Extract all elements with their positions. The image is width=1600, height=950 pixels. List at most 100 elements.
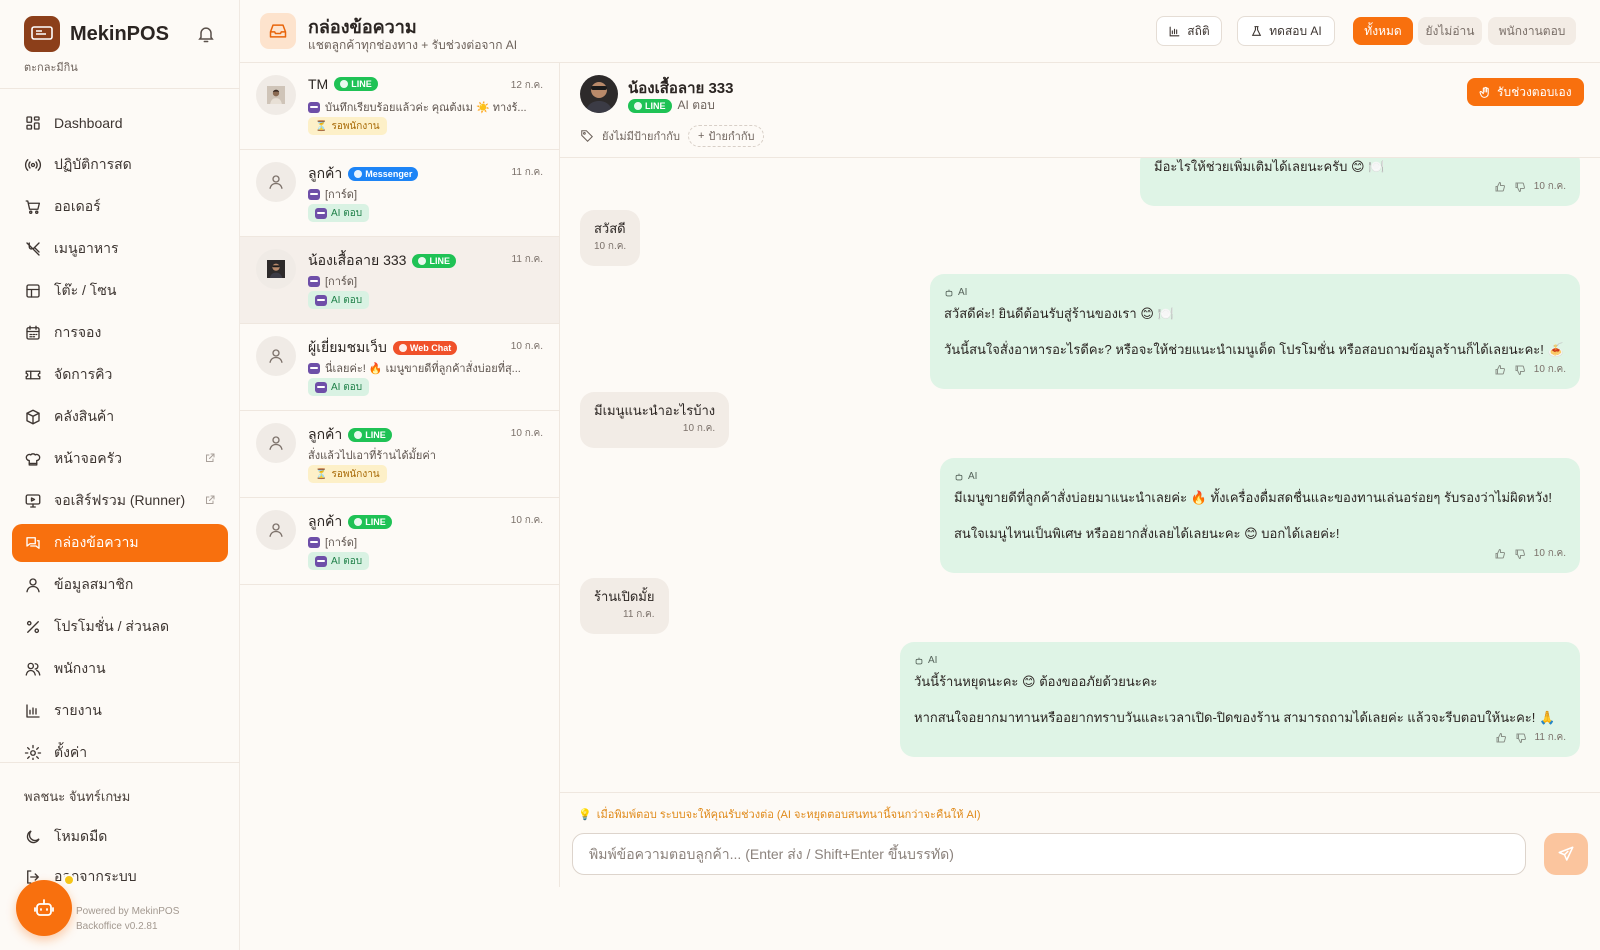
- ai-message: AI วันนี้ร้านหยุดนะคะ 😊 ต้องขออภัยด้วยนะค…: [900, 642, 1580, 757]
- filter-all[interactable]: ทั้งหมด: [1353, 17, 1413, 45]
- sidebar-item-9[interactable]: จอเสิร์ฟรวม (Runner): [12, 482, 228, 520]
- sidebar-item-6[interactable]: จัดการคิว: [12, 356, 228, 394]
- status-tag: AI ตอบ: [308, 204, 370, 222]
- conversation-item[interactable]: ลูกค้า LINE 10 ก.ค. สั่งแล้วไปเอาที่ร้านได้…: [240, 411, 559, 498]
- conversation-preview: นี่เลยค่ะ! 🔥 เมนูขายดีที่ลูกค้าสั่งบ่อยท…: [308, 359, 544, 377]
- message-text: มีเมนูแนะนำอะไรบ้าง: [594, 403, 716, 418]
- channel-badge: LINE: [412, 254, 456, 268]
- sidebar-item-7[interactable]: คลังสินค้า: [12, 398, 228, 436]
- conversation-time: 10 ก.ค.: [510, 428, 543, 439]
- filter-staff-reply[interactable]: พนักงานตอบ: [1488, 17, 1576, 45]
- takeover-button[interactable]: รับช่วงตอบเอง: [1467, 78, 1584, 106]
- bell-icon[interactable]: [196, 24, 216, 44]
- stats-label: สถิติ: [1187, 23, 1210, 38]
- line-badge: LINE: [628, 98, 672, 113]
- sidebar-item-1[interactable]: ปฏิบัติการสด: [12, 146, 228, 184]
- sidebar-item-15[interactable]: ตั้งค่า: [12, 734, 228, 760]
- user-name: พลชนะ จันทร์เกษม: [24, 789, 131, 804]
- message-time: 10 ก.ค.: [1533, 548, 1566, 559]
- filter-unread[interactable]: ยังไม่อ่าน: [1418, 17, 1482, 45]
- flask-icon: [1252, 25, 1262, 36]
- message-text: มีอะไรให้ช่วยเพิ่มเติมได้เลยนะครับ 😊 🍽️: [1154, 159, 1385, 174]
- version-line: Backoffice v0.2.81: [76, 921, 158, 932]
- conversation-time: 11 ก.ค.: [511, 254, 543, 265]
- sidebar-item-12[interactable]: โปรโมชั่น / ส่วนลด: [12, 608, 228, 646]
- thumbs-up-icon[interactable]: [1494, 364, 1506, 376]
- bot-icon: [315, 294, 327, 306]
- conversation-item[interactable]: ลูกค้า LINE 10 ก.ค. [การ์ด] AI ตอบ: [240, 498, 559, 585]
- conversation-item[interactable]: ผู้เยี่ยมชมเว็บ Web Chat 10 ก.ค. นี่เลยค่ะ!…: [240, 324, 559, 411]
- composer: 💡 เมื่อพิมพ์ตอบ ระบบจะให้คุณรับช่วงต่อ (…: [560, 792, 1600, 887]
- conversation-name-row: ผู้เยี่ยมชมเว็บ Web Chat: [308, 337, 458, 359]
- thumbs-up-icon[interactable]: [1494, 548, 1506, 560]
- message-thread[interactable]: มีอะไรให้ช่วยเพิ่มเติมได้เลยนะครับ 😊 🍽️ 1…: [560, 158, 1600, 792]
- customer-message: มีเมนูแนะนำอะไรบ้าง 10 ก.ค.: [580, 392, 730, 448]
- thumbs-up-icon[interactable]: [1495, 732, 1507, 744]
- sidebar-item-2[interactable]: ออเดอร์: [12, 188, 228, 226]
- message-time: 11 ก.ค.: [1534, 732, 1566, 743]
- add-tag-button[interactable]: + ป้ายกำกับ: [687, 125, 765, 147]
- users-icon: [25, 662, 41, 676]
- thumbs-down-icon[interactable]: [1514, 364, 1526, 376]
- sidebar-item-8[interactable]: หน้าจอครัว: [12, 440, 228, 478]
- conversation-item[interactable]: TM LINE 12 ก.ค. บันทึกเรียบร้อยแล้วค่ะ คุณต…: [240, 63, 559, 150]
- channel-badge: LINE: [348, 428, 392, 442]
- conversation-name-row: ลูกค้า LINE: [308, 424, 392, 446]
- thumbs-up-icon[interactable]: [1494, 181, 1506, 193]
- lightbulb-icon: 💡: [578, 808, 592, 821]
- conversation-preview: [การ์ด]: [308, 272, 544, 290]
- thumbs-down-icon[interactable]: [1514, 181, 1526, 193]
- thumbs-down-icon[interactable]: [1515, 732, 1527, 744]
- chef-hat-icon: [25, 453, 41, 466]
- sidebar-item-4[interactable]: โต๊ะ / โซน: [12, 272, 228, 310]
- restaurant-name: ตะกละมีกิน: [24, 62, 78, 74]
- hint-text: เมื่อพิมพ์ตอบ ระบบจะให้คุณรับช่วงต่อ (AI…: [596, 809, 981, 821]
- ai-message: AI สวัสดีค่ะ! ยินดีต้อนรับสู่ร้านของเรา 😊…: [930, 274, 1580, 389]
- sidebar-item-11[interactable]: ข้อมูลสมาชิก: [12, 566, 228, 604]
- user-icon: [269, 523, 283, 537]
- status-tag: AI ตอบ: [308, 291, 370, 309]
- sidebar-item-0[interactable]: Dashboard: [12, 104, 228, 142]
- add-tag-label: ป้ายกำกับ: [708, 131, 755, 143]
- stats-button[interactable]: สถิติ: [1156, 16, 1222, 46]
- test-ai-button[interactable]: ทดสอบ AI: [1237, 16, 1335, 46]
- contact-name: น้องเสื้อลาย 333: [308, 252, 407, 268]
- conversation-name-row: ลูกค้า Messenger: [308, 163, 419, 185]
- sidebar-item-10[interactable]: กล่องข้อความ: [12, 524, 228, 562]
- sidebar-item-14[interactable]: รายงาน: [12, 692, 228, 730]
- dark-mode-toggle[interactable]: โหมดมืด: [24, 826, 107, 848]
- hourglass-icon: ⏳: [315, 468, 328, 480]
- no-tag-label: ยังไม่มีป้ายกำกับ: [602, 131, 680, 143]
- bot-icon: [915, 657, 923, 665]
- bot-icon: [308, 101, 320, 113]
- hourglass-icon: ⏳: [315, 120, 328, 132]
- brand[interactable]: MekinPOS: [24, 16, 169, 52]
- sidebar-item-5[interactable]: การจอง: [12, 314, 228, 352]
- message-input[interactable]: [573, 834, 1525, 874]
- ai-assistant-button[interactable]: [16, 880, 72, 936]
- external-link-icon: [206, 453, 215, 462]
- ai-label: AI: [954, 468, 1566, 486]
- page-header: กล่องข้อความ แชตลูกค้าทุกช่องทาง + รับช่…: [240, 0, 1600, 63]
- message-footer: 11 ก.ค.: [914, 729, 1566, 747]
- sidebar-item-label: ตั้งค่า: [54, 744, 88, 760]
- sidebar-item-13[interactable]: พนักงาน: [12, 650, 228, 688]
- sidebar-item-3[interactable]: เมนูอาหาร: [12, 230, 228, 268]
- message-text: สวัสดีค่ะ! ยินดีต้อนรับสู่ร้านของเรา 😊 🍽…: [944, 306, 1564, 357]
- conversation-item[interactable]: ลูกค้า Messenger 11 ก.ค. [การ์ด] AI ตอบ: [240, 150, 559, 237]
- send-button[interactable]: [1544, 833, 1588, 875]
- conversation-item[interactable]: น้องเสื้อลาย 333 LINE 11 ก.ค. [การ์ด] AI ตอบ: [240, 237, 559, 324]
- channel-badge: LINE: [334, 77, 378, 91]
- sidebar-item-label: รายงาน: [54, 702, 102, 718]
- sidebar-item-label: จัดการคิว: [54, 366, 113, 382]
- cart-icon: [25, 200, 41, 214]
- sidebar-divider: [0, 88, 240, 89]
- bot-icon: [945, 289, 953, 297]
- status-tag: AI ตอบ: [308, 378, 370, 396]
- conversation-preview: [การ์ด]: [308, 533, 544, 551]
- bot-icon: [315, 555, 327, 567]
- user-icon: [269, 436, 283, 450]
- thumbs-down-icon[interactable]: [1514, 548, 1526, 560]
- channel-badge: LINE: [348, 515, 392, 529]
- sidebar-item-label: โต๊ะ / โซน: [54, 282, 117, 298]
